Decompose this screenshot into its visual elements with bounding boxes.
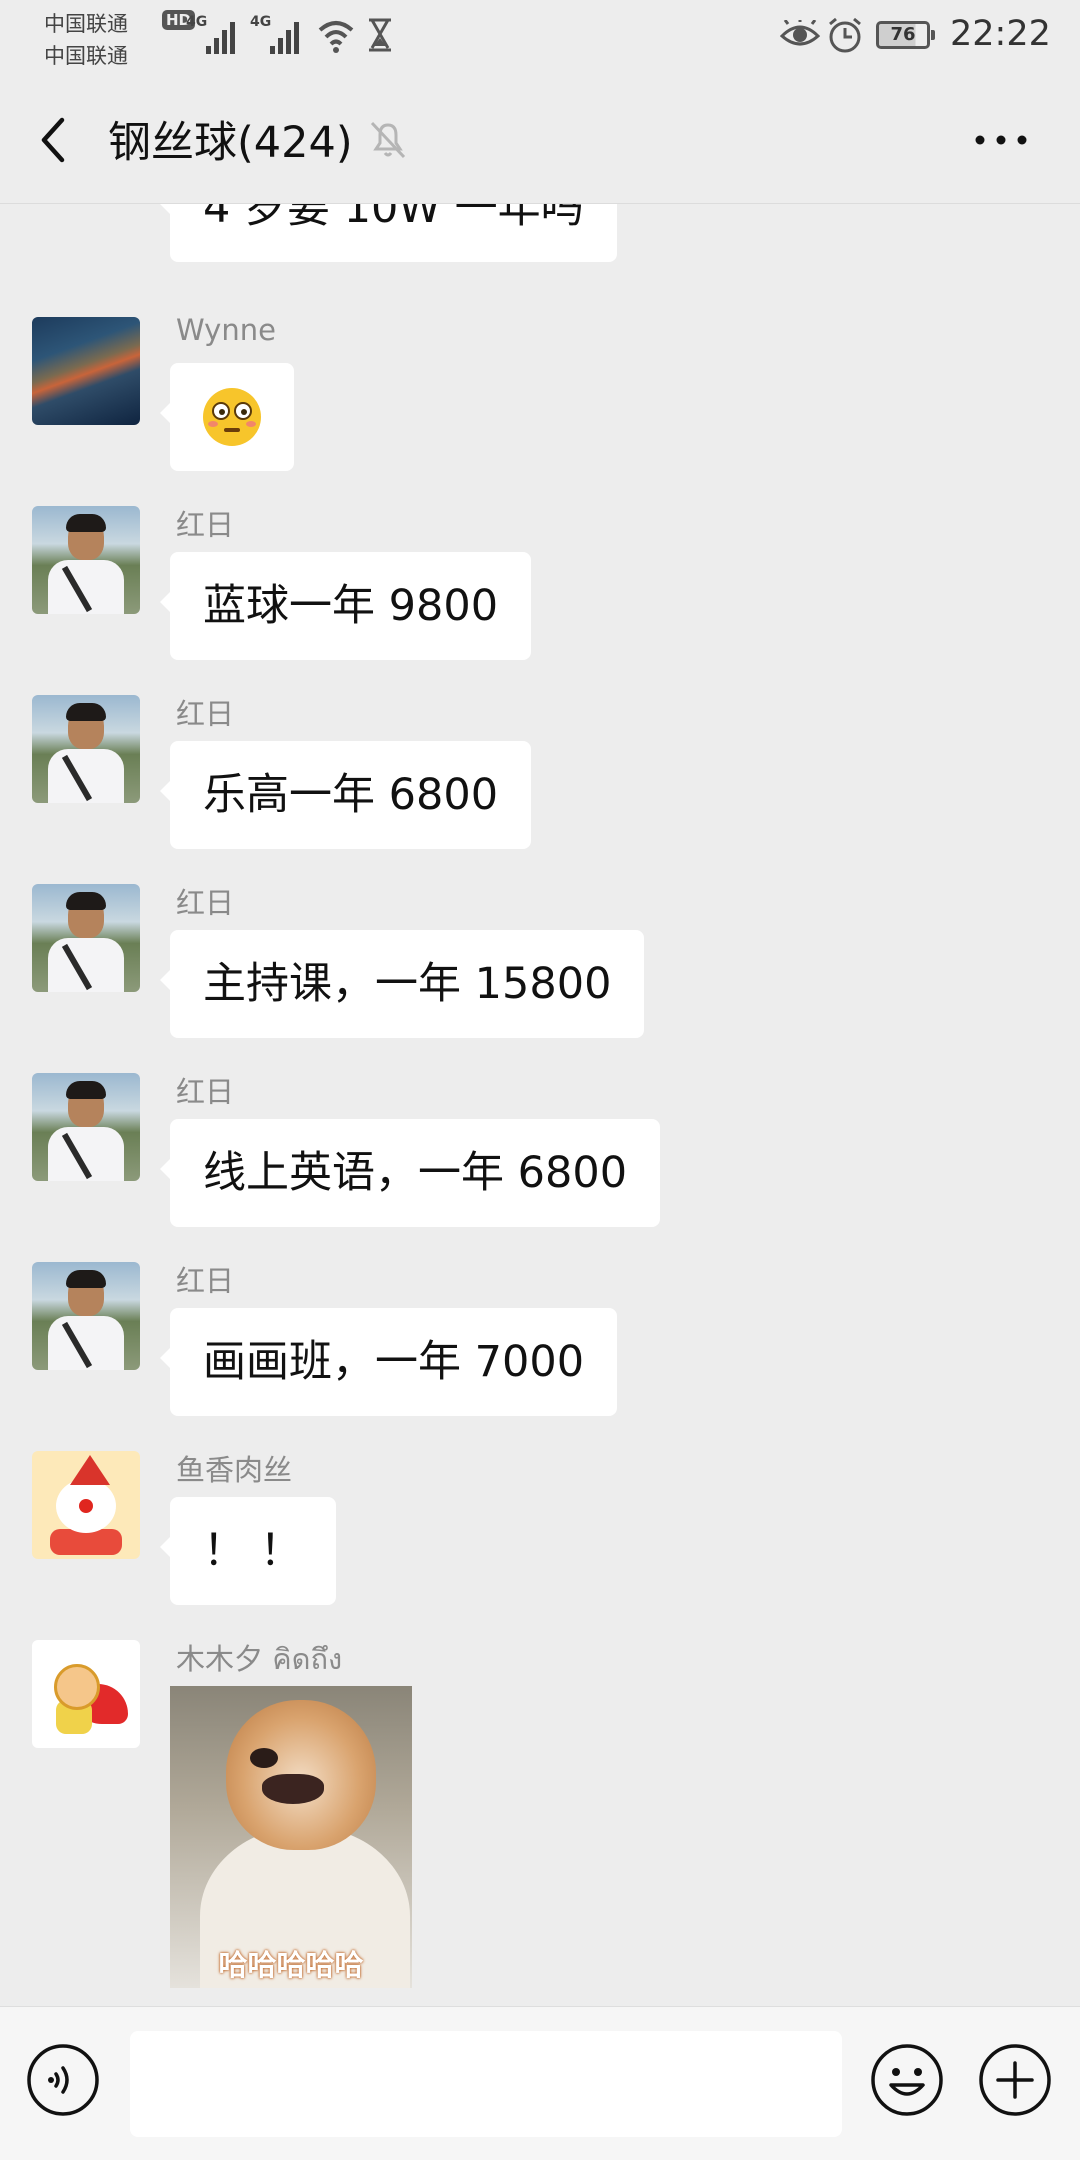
message-bubble[interactable]: 画画班，一年 7000	[159, 1308, 618, 1416]
chevron-left-icon	[41, 117, 65, 163]
more-dots-icon	[975, 135, 1027, 145]
voice-icon	[27, 2044, 99, 2116]
carrier-label-2: 中国联通	[44, 44, 128, 68]
message-bubble[interactable]: 线上英语，一年 6800	[159, 1119, 661, 1227]
message-item: 红日 主持课，一年 15800	[0, 884, 1080, 1038]
battery-icon: 76	[876, 21, 935, 49]
carrier-label-1: 中国联通	[44, 12, 128, 36]
chat-title: 钢丝球(424)	[108, 118, 353, 168]
avatar[interactable]	[32, 1073, 140, 1181]
status-bar: 中国联通 中国联通 HD 4G 4G 76 22:22	[0, 0, 1080, 74]
message-bubble[interactable]: ！ ！	[160, 1497, 336, 1605]
sticker-caption: 哈哈哈哈哈	[218, 1948, 364, 1982]
avatar[interactable]	[32, 1262, 140, 1370]
wifi-icon	[318, 21, 354, 53]
message-item: 红日 乐高一年 6800	[0, 695, 1080, 849]
avatar[interactable]	[32, 506, 140, 614]
sticker-image[interactable]: 哈哈哈哈哈	[170, 1686, 412, 1988]
message-bubble[interactable]: 蓝球一年 9800	[159, 552, 532, 660]
message-bubble[interactable]: 主持课，一年 15800	[159, 930, 645, 1038]
avatar[interactable]	[32, 695, 140, 803]
avatar[interactable]	[32, 317, 140, 425]
sender-name: Wynne	[176, 313, 276, 347]
voice-input-button[interactable]	[26, 2043, 100, 2117]
hourglass-icon	[369, 18, 391, 52]
sender-name: 红日	[176, 697, 235, 731]
clock-time: 22:22	[950, 14, 1051, 54]
message-item: 红日 蓝球一年 9800	[0, 506, 1080, 660]
message-item: 木木夕 คิดถึง 哈哈哈哈哈	[0, 1640, 1080, 1988]
sender-name: 鱼香肉丝	[176, 1453, 293, 1487]
sender-name: 红日	[176, 1264, 235, 1298]
back-button[interactable]	[30, 110, 80, 170]
input-bar	[0, 2006, 1080, 2160]
chat-header: 钢丝球(424)	[0, 74, 1080, 204]
message-item: 红日 线上英语，一年 6800	[0, 1073, 1080, 1227]
more-options-button[interactable]	[966, 112, 1036, 168]
smiley-icon	[871, 2044, 943, 2116]
message-list[interactable]: 4 岁要 10W 一年吗 Wynne 红日 蓝球一年 9800 红日 乐高一年 …	[0, 204, 1080, 2006]
flushed-face-icon	[203, 387, 261, 446]
avatar[interactable]	[32, 884, 140, 992]
add-attachment-button[interactable]	[978, 2043, 1052, 2117]
message-bubble[interactable]: 4 岁要 10W 一年吗	[160, 204, 617, 262]
message-bubble[interactable]	[160, 363, 294, 471]
emoji-button[interactable]	[870, 2043, 944, 2117]
message-item: 红日 画画班，一年 7000	[0, 1262, 1080, 1416]
plus-circle-icon	[979, 2044, 1051, 2116]
avatar[interactable]	[32, 1640, 140, 1748]
sender-name: 红日	[176, 886, 235, 920]
sender-name: 木木夕 คิดถึง	[176, 1642, 343, 1676]
sender-name: 红日	[176, 508, 235, 542]
message-bubble[interactable]: 乐高一年 6800	[159, 741, 532, 849]
mute-bell-icon	[370, 121, 406, 159]
message-input[interactable]	[130, 2031, 842, 2137]
sender-name: 红日	[176, 1075, 235, 1109]
alarm-clock-icon	[829, 17, 861, 53]
message-item: 鱼香肉丝 ！ ！	[0, 1451, 1080, 1605]
avatar[interactable]	[32, 1451, 140, 1559]
eye-comfort-icon	[780, 20, 820, 46]
